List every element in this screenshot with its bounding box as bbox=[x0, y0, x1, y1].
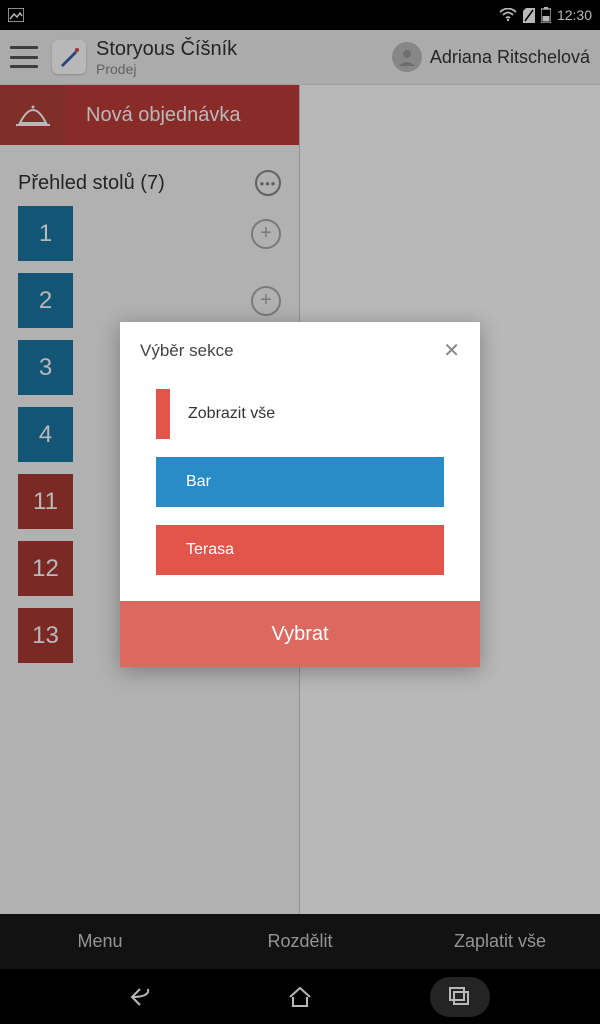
option-all-label: Zobrazit vše bbox=[188, 405, 275, 423]
option-bar[interactable]: Bar bbox=[156, 457, 444, 507]
color-swatch-icon bbox=[156, 389, 170, 439]
option-terasa[interactable]: Terasa bbox=[156, 525, 444, 575]
dialog-confirm-button[interactable]: Vybrat bbox=[120, 601, 480, 667]
section-dialog: Výběr sekce ✕ Zobrazit vše Bar Terasa Vy… bbox=[120, 322, 480, 667]
option-show-all[interactable]: Zobrazit vše bbox=[156, 389, 444, 439]
dialog-confirm-label: Vybrat bbox=[271, 623, 328, 646]
close-icon[interactable]: ✕ bbox=[443, 338, 460, 363]
option-terasa-label: Terasa bbox=[186, 541, 234, 559]
dialog-body: Zobrazit vše Bar Terasa bbox=[120, 379, 480, 601]
dialog-title: Výběr sekce bbox=[140, 341, 234, 361]
option-bar-label: Bar bbox=[186, 473, 211, 491]
dialog-header: Výběr sekce ✕ bbox=[120, 322, 480, 379]
